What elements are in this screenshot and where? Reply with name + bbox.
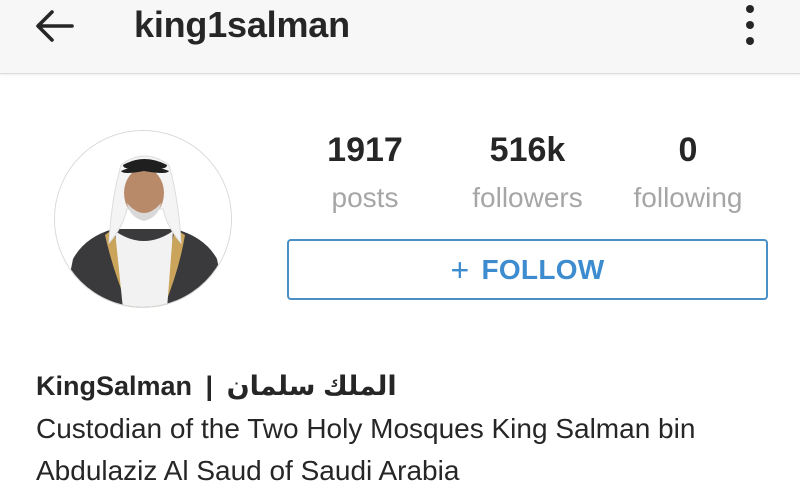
posts-count: 1917 bbox=[327, 131, 403, 169]
more-options-button[interactable] bbox=[728, 0, 772, 50]
posts-label: posts bbox=[331, 182, 399, 213]
profile-bio: KingSalman | الملك سلمان Custodian of th… bbox=[36, 368, 776, 492]
following-stat[interactable]: 0 following bbox=[618, 128, 758, 218]
follow-button-label: FOLLOW bbox=[481, 253, 605, 285]
bio-display-name: KingSalman | الملك سلمان bbox=[36, 368, 776, 404]
bio-arabic-name: الملك سلمان bbox=[226, 371, 397, 401]
followers-label: followers bbox=[472, 182, 583, 213]
follow-button[interactable]: + FOLLOW bbox=[287, 239, 768, 300]
posts-stat[interactable]: 1917 posts bbox=[300, 128, 430, 218]
bio-name: KingSalman bbox=[36, 371, 193, 401]
more-vertical-icon bbox=[746, 5, 754, 13]
following-label: following bbox=[633, 182, 743, 213]
top-app-bar: king1salman bbox=[0, 0, 800, 74]
profile-username: king1salman bbox=[134, 4, 350, 45]
profile-photo bbox=[55, 131, 231, 307]
bio-description: Custodian of the Two Holy Mosques King S… bbox=[36, 413, 696, 486]
arrow-left-icon bbox=[36, 10, 74, 42]
bio-separator: | bbox=[205, 371, 214, 401]
followers-stat[interactable]: 516k followers bbox=[455, 128, 600, 218]
following-count: 0 bbox=[678, 131, 698, 169]
plus-icon: + bbox=[450, 251, 470, 288]
followers-count: 516k bbox=[489, 131, 566, 169]
back-button[interactable] bbox=[28, 6, 80, 46]
profile-avatar[interactable] bbox=[54, 130, 232, 308]
